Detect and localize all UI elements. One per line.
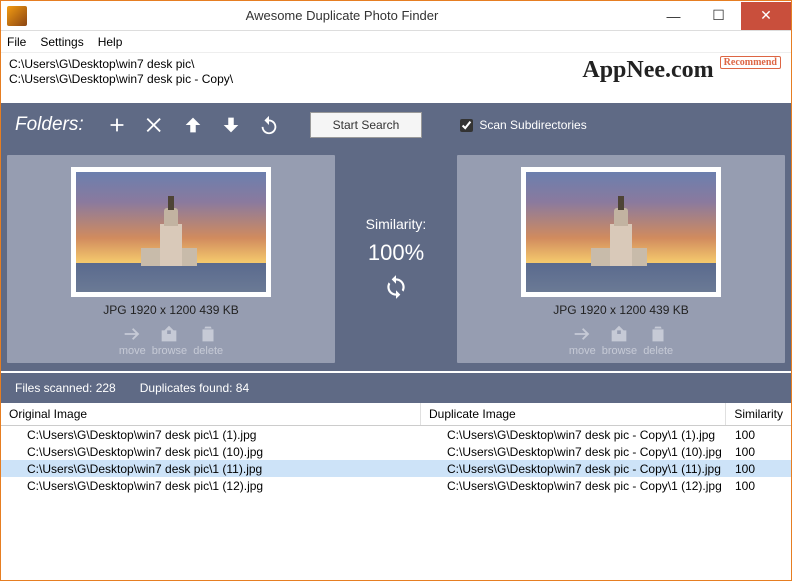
window-title: Awesome Duplicate Photo Finder — [33, 8, 651, 23]
maximize-button[interactable]: ☐ — [696, 2, 741, 30]
cell-duplicate: C:\Users\G\Desktop\win7 desk pic - Copy\… — [421, 478, 727, 494]
cell-duplicate: C:\Users\G\Desktop\win7 desk pic - Copy\… — [421, 427, 727, 443]
cell-similarity: 100 — [727, 427, 791, 443]
remove-folder-button[interactable] — [142, 112, 168, 138]
cell-similarity: 100 — [727, 444, 791, 460]
start-search-button[interactable]: Start Search — [310, 112, 423, 138]
minimize-button[interactable]: — — [651, 2, 696, 30]
files-scanned: Files scanned: 228 — [15, 381, 116, 395]
cell-duplicate: C:\Users\G\Desktop\win7 desk pic - Copy\… — [421, 461, 727, 477]
reset-button[interactable] — [256, 112, 282, 138]
similarity-label: Similarity: — [366, 216, 427, 232]
stats-bar: Files scanned: 228 Duplicates found: 84 — [1, 373, 791, 403]
results-table: Original Image Duplicate Image Similarit… — [1, 403, 791, 494]
paths-section: C:\Users\G\Desktop\win7 desk pic\ C:\Use… — [1, 53, 791, 103]
move-left-button[interactable]: move — [119, 323, 146, 357]
cell-original: C:\Users\G\Desktop\win7 desk pic\1 (12).… — [1, 478, 421, 494]
watermark-logo: AppNee.com Recommend — [582, 57, 781, 84]
table-row[interactable]: C:\Users\G\Desktop\win7 desk pic\1 (10).… — [1, 443, 791, 460]
scan-subdirectories-input[interactable] — [460, 119, 473, 132]
preview-right: JPG 1920 x 1200 439 KB move browse delet… — [457, 155, 785, 363]
app-icon — [7, 6, 27, 26]
table-row[interactable]: C:\Users\G\Desktop\win7 desk pic\1 (11).… — [1, 460, 791, 477]
cell-original: C:\Users\G\Desktop\win7 desk pic\1 (10).… — [1, 444, 421, 460]
delete-right-button[interactable]: delete — [643, 323, 673, 357]
thumbnail-left[interactable] — [71, 167, 271, 297]
similarity-panel: Similarity: 100% — [341, 155, 451, 363]
table-row[interactable]: C:\Users\G\Desktop\win7 desk pic\1 (12).… — [1, 477, 791, 494]
similarity-value: 100% — [368, 240, 424, 266]
results-header: Original Image Duplicate Image Similarit… — [1, 403, 791, 426]
compare-area: JPG 1920 x 1200 439 KB move browse delet… — [1, 147, 791, 371]
cell-original: C:\Users\G\Desktop\win7 desk pic\1 (1).j… — [1, 427, 421, 443]
move-up-button[interactable] — [180, 112, 206, 138]
move-right-button[interactable]: move — [569, 323, 596, 357]
move-down-button[interactable] — [218, 112, 244, 138]
cell-similarity: 100 — [727, 478, 791, 494]
header-similarity[interactable]: Similarity — [726, 403, 791, 425]
menu-settings[interactable]: Settings — [40, 35, 83, 49]
menubar: File Settings Help — [1, 31, 791, 53]
header-original[interactable]: Original Image — [1, 403, 421, 425]
cell-duplicate: C:\Users\G\Desktop\win7 desk pic - Copy\… — [421, 444, 727, 460]
header-duplicate[interactable]: Duplicate Image — [421, 403, 726, 425]
close-button[interactable]: ✕ — [741, 2, 791, 30]
thumbnail-right[interactable] — [521, 167, 721, 297]
folders-toolbar: Folders: Start Search Scan Subdirectorie… — [1, 103, 791, 147]
meta-left: JPG 1920 x 1200 439 KB — [103, 303, 238, 317]
titlebar: Awesome Duplicate Photo Finder — ☐ ✕ — [1, 1, 791, 31]
cell-original: C:\Users\G\Desktop\win7 desk pic\1 (11).… — [1, 461, 421, 477]
delete-left-button[interactable]: delete — [193, 323, 223, 357]
results-body[interactable]: C:\Users\G\Desktop\win7 desk pic\1 (1).j… — [1, 426, 791, 494]
menu-file[interactable]: File — [7, 35, 26, 49]
browse-right-button[interactable]: browse — [602, 323, 637, 357]
folders-label: Folders: — [15, 114, 84, 136]
table-row[interactable]: C:\Users\G\Desktop\win7 desk pic\1 (1).j… — [1, 426, 791, 443]
browse-left-button[interactable]: browse — [152, 323, 187, 357]
scan-subdirectories-checkbox[interactable]: Scan Subdirectories — [460, 118, 586, 132]
preview-left: JPG 1920 x 1200 439 KB move browse delet… — [7, 155, 335, 363]
meta-right: JPG 1920 x 1200 439 KB — [553, 303, 688, 317]
swap-icon[interactable] — [383, 274, 409, 303]
cell-similarity: 100 — [727, 461, 791, 477]
duplicates-found: Duplicates found: 84 — [140, 381, 249, 395]
menu-help[interactable]: Help — [98, 35, 123, 49]
add-folder-button[interactable] — [104, 112, 130, 138]
